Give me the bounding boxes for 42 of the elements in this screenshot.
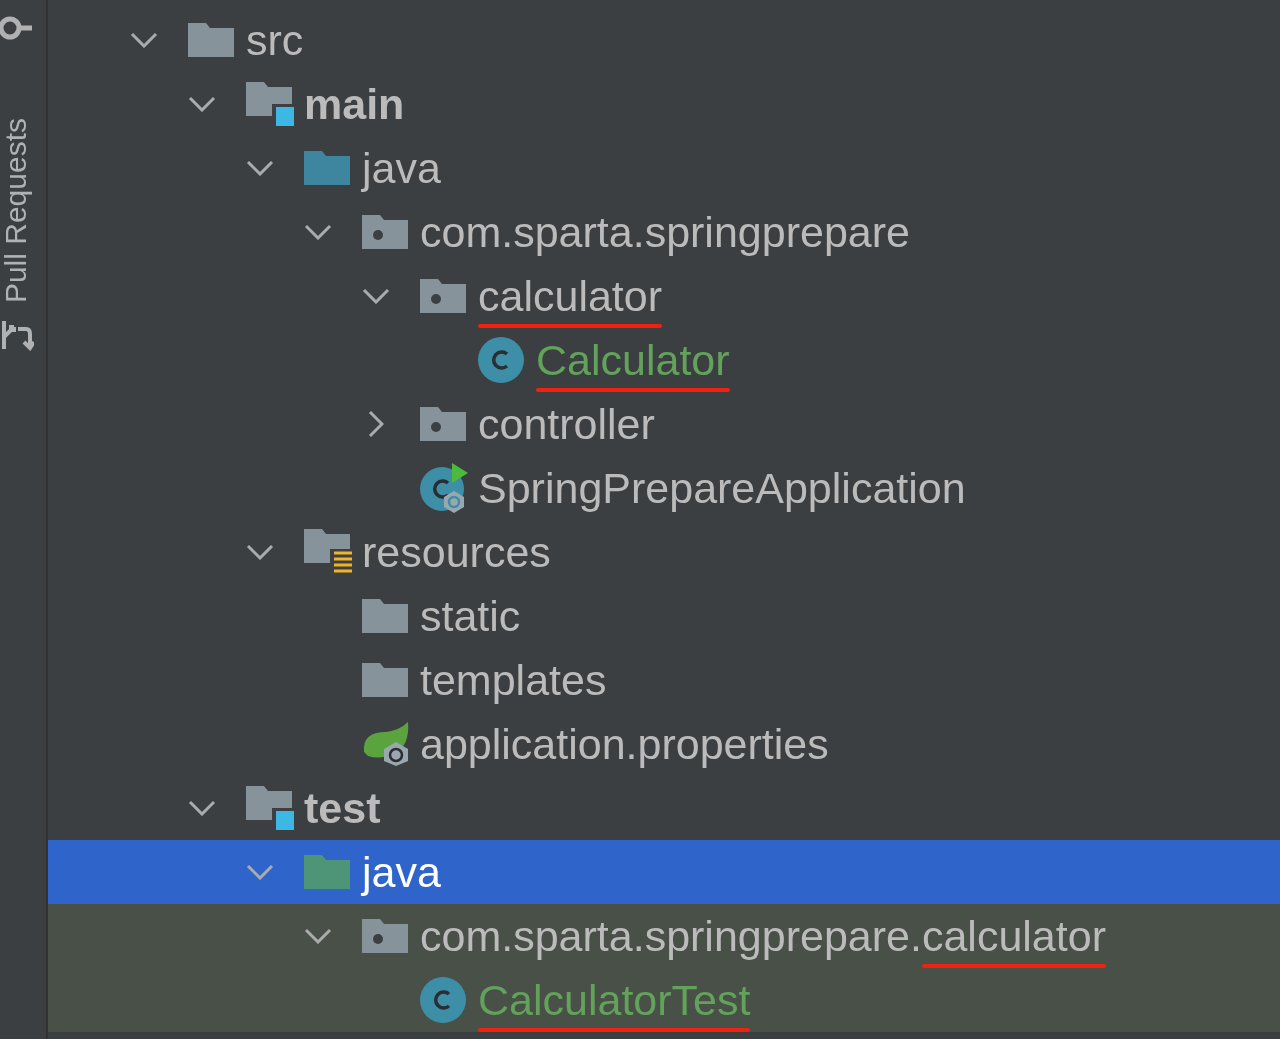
chevron-down-icon[interactable]	[130, 32, 158, 48]
tree-row-background[interactable]: test	[48, 776, 1280, 840]
tree-row-background[interactable]: resources	[48, 520, 1280, 584]
tree-item-label: com.sparta.springprepare	[420, 209, 910, 258]
highlighted-tree-row[interactable]: com.sparta.springprepare.calculator	[48, 904, 1280, 968]
tree-item-label: SpringPrepareApplication	[478, 465, 966, 514]
tree-row-background[interactable]: controller	[48, 392, 1280, 456]
tree-item-label: test	[304, 785, 381, 834]
chevron-down-icon[interactable]	[188, 800, 216, 816]
tree-item-label: src	[246, 17, 304, 66]
class-name: CalculatorTest	[478, 977, 751, 1033]
tree-row-background[interactable]: main	[48, 72, 1280, 136]
tree-row-background[interactable]: src	[48, 8, 1280, 72]
chevron-down-icon[interactable]	[304, 224, 332, 240]
tree-row-background[interactable]: static	[48, 584, 1280, 648]
tree-row-background[interactable]: calculator	[48, 264, 1280, 328]
class-name: Calculator	[536, 337, 730, 393]
commit-icon[interactable]	[0, 14, 32, 42]
tree-item-label: templates	[420, 657, 607, 706]
tree-row-background[interactable]: application.properties	[48, 712, 1280, 776]
tree-item-label: main	[304, 81, 405, 130]
tree-item-label: java	[362, 849, 441, 898]
chevron-down-icon[interactable]	[188, 96, 216, 112]
tree-item-label: com.sparta.springprepare.calculator	[420, 913, 1106, 969]
chevron-down-icon[interactable]	[246, 544, 274, 560]
chevron-down-icon[interactable]	[304, 928, 332, 944]
chevron-down-icon[interactable]	[362, 288, 390, 304]
tree-row-background[interactable]: Calculator	[48, 328, 1280, 392]
chevron-right-icon[interactable]	[368, 410, 384, 438]
tree-item-label: resources	[362, 529, 551, 578]
chevron-down-icon[interactable]	[246, 160, 274, 176]
tree-row-background[interactable]: java	[48, 136, 1280, 200]
tree-row-background[interactable]: com.sparta.springprepare	[48, 200, 1280, 264]
tree-item-label: application.properties	[420, 721, 829, 770]
tree-item-label: calculator	[478, 273, 663, 329]
tree-row-background[interactable]: SpringPrepareApplication	[48, 456, 1280, 520]
tree-item-label: controller	[478, 401, 655, 450]
pull-requests-tab[interactable]: Pull Requests	[0, 118, 32, 304]
tree-row-background[interactable]: templates	[48, 648, 1280, 712]
tree-item-label: static	[420, 593, 521, 642]
selected-tree-row[interactable]: java	[48, 840, 1280, 904]
tree-item-label: java	[362, 145, 441, 194]
